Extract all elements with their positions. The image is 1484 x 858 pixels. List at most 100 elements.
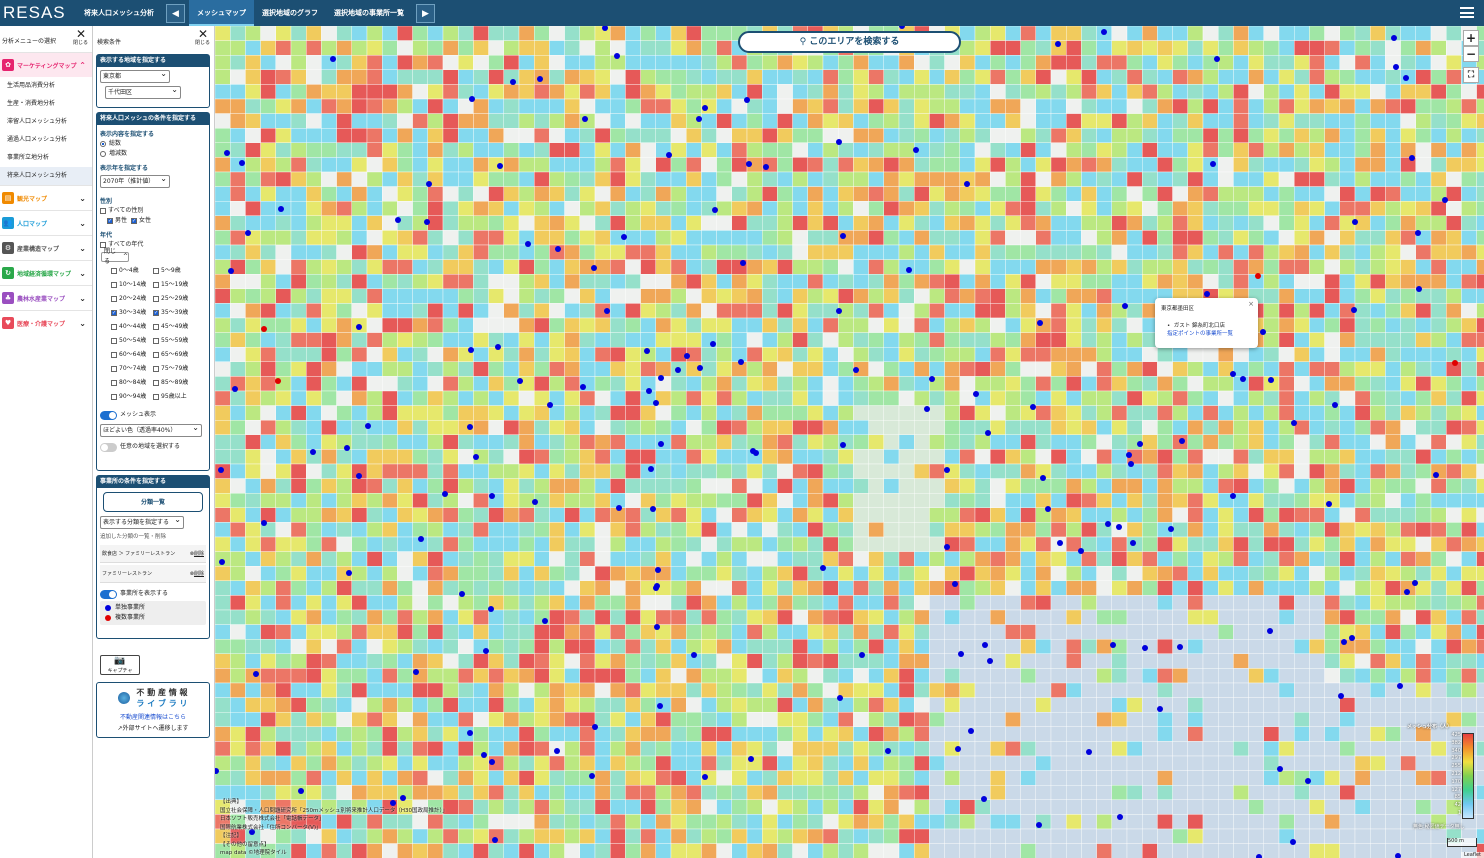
- age-checkbox[interactable]: 70～74歳: [111, 362, 153, 376]
- office-marker[interactable]: [592, 724, 598, 730]
- office-marker[interactable]: [580, 384, 586, 390]
- office-marker[interactable]: [473, 454, 479, 460]
- office-marker[interactable]: [1230, 493, 1236, 499]
- zoom-in-button[interactable]: +: [1463, 30, 1479, 46]
- office-marker[interactable]: [666, 152, 672, 158]
- office-marker[interactable]: [1086, 749, 1092, 755]
- office-marker[interactable]: [1268, 377, 1274, 383]
- office-marker[interactable]: [944, 544, 950, 550]
- city-select[interactable]: 千代田区: [105, 84, 181, 99]
- age-checkbox[interactable]: 90～94歳: [111, 390, 153, 404]
- office-marker[interactable]: [1110, 642, 1116, 648]
- office-marker[interactable]: [837, 695, 843, 701]
- office-marker[interactable]: [750, 448, 756, 454]
- office-marker[interactable]: [655, 567, 661, 573]
- office-marker[interactable]: [554, 748, 560, 754]
- office-marker[interactable]: [591, 265, 597, 271]
- age-checkbox[interactable]: 45～49歳: [153, 320, 207, 334]
- real-estate-banner[interactable]: 不 動 産 情 報 ラ イ ブ ラ リ 不動産関連情報はこちら ↗外部サイトへ遷…: [96, 682, 210, 738]
- office-marker[interactable]: [691, 652, 697, 658]
- office-marker[interactable]: [239, 160, 245, 166]
- office-marker[interactable]: [658, 441, 664, 447]
- office-marker[interactable]: [697, 365, 703, 371]
- category-1[interactable]: ▤ 観光マップ ⌄: [0, 185, 92, 210]
- office-marker[interactable]: [929, 376, 935, 382]
- office-marker[interactable]: [467, 424, 473, 430]
- office-marker[interactable]: [310, 449, 316, 455]
- office-marker[interactable]: [738, 359, 744, 365]
- office-marker[interactable]: [278, 206, 284, 212]
- office-marker[interactable]: [542, 618, 548, 624]
- office-marker[interactable]: [982, 642, 988, 648]
- office-marker[interactable]: [1291, 420, 1297, 426]
- office-marker[interactable]: [467, 730, 473, 736]
- office-marker[interactable]: [488, 606, 494, 612]
- age-checkbox[interactable]: 80～84歳: [111, 376, 153, 390]
- office-marker[interactable]: [648, 466, 654, 472]
- office-marker[interactable]: [1137, 441, 1143, 447]
- male-checkbox[interactable]: ✓: [107, 218, 113, 224]
- office-marker[interactable]: [253, 671, 259, 677]
- opacity-select[interactable]: ほどよい色（透過率40%）: [100, 422, 202, 437]
- office-marker[interactable]: [840, 233, 846, 239]
- office-marker[interactable]: [1393, 64, 1399, 70]
- category-3[interactable]: ⚙ 産業構造マップ ⌄: [0, 235, 92, 260]
- submenu-item[interactable]: 将来人口メッシュ分析: [0, 167, 92, 185]
- office-marker[interactable]: [497, 163, 503, 169]
- category-5[interactable]: ♣ 農林水産業マップ ⌄: [0, 285, 92, 310]
- office-marker[interactable]: [1260, 329, 1266, 335]
- tab-region-graph[interactable]: 選択地域のグラフ: [254, 0, 326, 26]
- capture-button[interactable]: 📷 キャプチャ: [100, 655, 140, 675]
- any-region-toggle[interactable]: [100, 442, 117, 452]
- office-marker[interactable]: [547, 402, 553, 408]
- office-marker[interactable]: [510, 79, 516, 85]
- office-toggle-row[interactable]: 事業所を表示する: [100, 589, 209, 599]
- age-checkbox[interactable]: 85～89歳: [153, 376, 207, 390]
- any-region-toggle-row[interactable]: 任意の地域を選択する: [100, 442, 209, 452]
- office-marker[interactable]: [1126, 452, 1132, 458]
- office-marker[interactable]: [1332, 402, 1338, 408]
- office-marker[interactable]: [744, 97, 750, 103]
- office-marker[interactable]: [1391, 35, 1397, 41]
- office-marker[interactable]: [746, 161, 752, 167]
- office-marker[interactable]: [395, 217, 401, 223]
- office-marker[interactable]: [644, 348, 650, 354]
- office-marker[interactable]: [1341, 639, 1347, 645]
- office-marker[interactable]: [955, 746, 961, 752]
- office-marker[interactable]: [1105, 521, 1111, 527]
- office-marker[interactable]: [820, 565, 826, 571]
- office-marker[interactable]: [1117, 814, 1123, 820]
- attribution-line[interactable]: 【その他の留意点】: [220, 841, 448, 850]
- office-marker[interactable]: [675, 367, 681, 373]
- office-marker[interactable]: [1397, 683, 1403, 689]
- office-marker[interactable]: [763, 164, 769, 170]
- age-checkbox[interactable]: 5～9歳: [153, 264, 207, 278]
- office-marker[interactable]: [1057, 540, 1063, 546]
- office-marker[interactable]: [492, 837, 498, 843]
- category-select[interactable]: 表示する分類を指定する: [100, 514, 184, 529]
- office-marker[interactable]: [1078, 548, 1084, 554]
- hamburger-menu-icon[interactable]: [1460, 7, 1474, 18]
- age-checkbox[interactable]: ✓ 30～34歳: [111, 306, 153, 320]
- office-marker[interactable]: [1177, 644, 1183, 650]
- office-marker[interactable]: [621, 234, 627, 240]
- office-marker[interactable]: [218, 467, 224, 473]
- office-marker[interactable]: [973, 391, 979, 397]
- office-marker[interactable]: [614, 53, 620, 59]
- office-marker[interactable]: [650, 506, 656, 512]
- tab-future-population[interactable]: 将来人口メッシュ分析: [76, 0, 162, 26]
- age-checkbox[interactable]: 40～44歳: [111, 320, 153, 334]
- year-select[interactable]: 2070年（推計値）: [100, 173, 170, 188]
- age-checkbox[interactable]: 25～29歳: [153, 292, 207, 306]
- office-marker[interactable]: [489, 493, 495, 499]
- office-marker[interactable]: [245, 230, 251, 236]
- office-marker[interactable]: [1351, 307, 1357, 313]
- office-marker[interactable]: [653, 400, 659, 406]
- prefecture-select[interactable]: 東京都: [100, 68, 170, 83]
- office-marker[interactable]: [589, 773, 595, 779]
- office-marker[interactable]: [1037, 320, 1043, 326]
- office-marker[interactable]: [1142, 645, 1148, 651]
- office-marker[interactable]: [426, 181, 432, 187]
- office-marker[interactable]: [702, 774, 708, 780]
- office-marker[interactable]: [228, 268, 234, 274]
